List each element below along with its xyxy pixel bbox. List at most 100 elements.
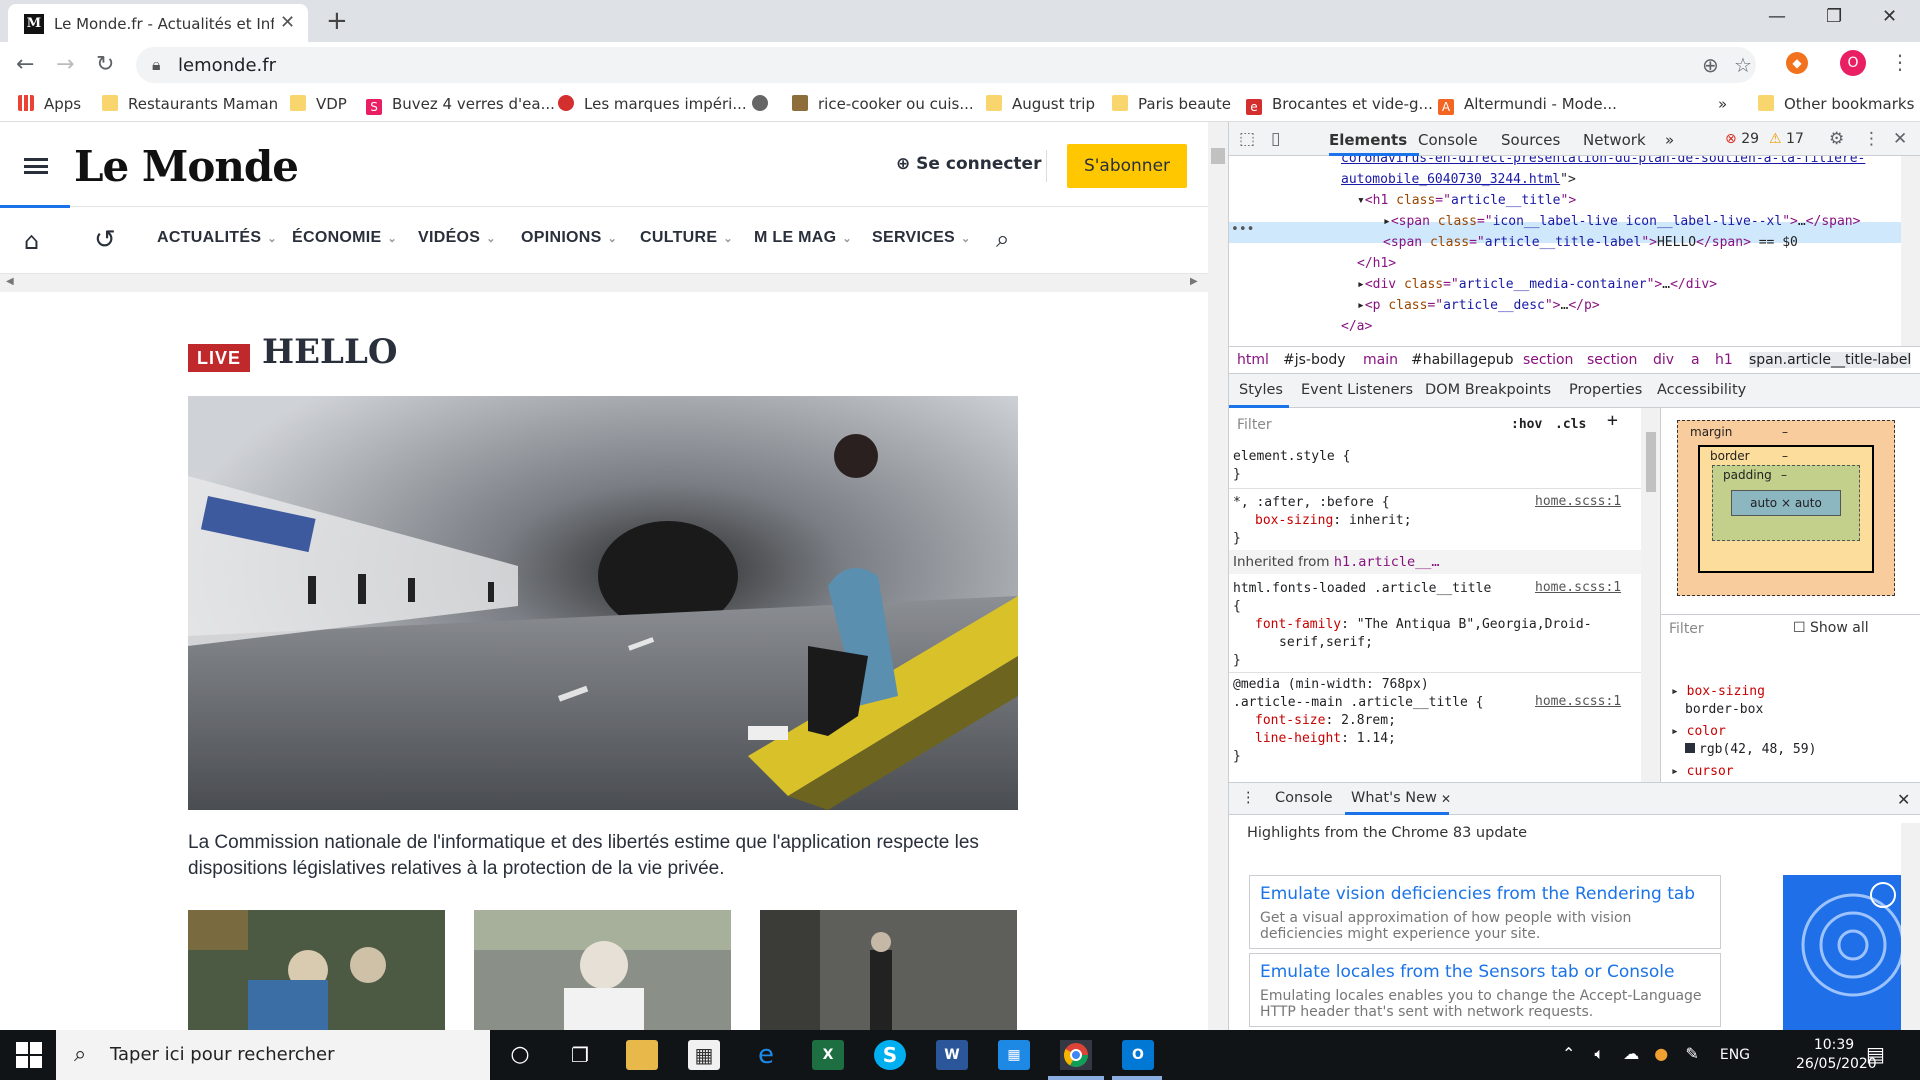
dom-tree[interactable]: ••• coronavirus-en-direct-presentation-d… (1229, 156, 1920, 346)
show-all-checkbox[interactable]: ☐ Show all (1793, 620, 1869, 636)
forward-button[interactable]: → (56, 52, 74, 77)
close-devtools-icon[interactable]: ✕ (1893, 129, 1907, 149)
reload-button[interactable]: ↻ (96, 52, 114, 77)
crumb[interactable]: a (1691, 352, 1700, 368)
scrollbar-thumb[interactable] (1211, 148, 1225, 164)
maximize-button[interactable]: ❐ (1826, 6, 1842, 27)
cortana-icon[interactable]: ○ (504, 1040, 536, 1070)
subtab-styles[interactable]: Styles (1239, 382, 1283, 398)
dom-line[interactable]: ▸<div class="article__media-container">…… (1357, 274, 1717, 295)
whats-new-card-2[interactable]: Emulate locales from the Sensors tab or … (1249, 953, 1721, 1027)
box-model-border[interactable]: border – padding – auto × auto (1698, 445, 1874, 573)
subtab-event-listeners[interactable]: Event Listeners (1301, 382, 1413, 398)
computed-prop-2[interactable]: ▸ color (1671, 724, 1726, 739)
inherited-link[interactable]: h1.article__… (1334, 554, 1440, 570)
nav-m-le-mag[interactable]: M LE MAG ⌄ (754, 229, 852, 247)
cls-toggle[interactable]: .cls (1555, 416, 1586, 434)
search-icon[interactable]: ⌕ (996, 225, 1009, 253)
bookmark-rice-cooker[interactable]: rice-cooker ou cuis... (792, 95, 974, 113)
computed-prop-1[interactable]: ▸ box-sizing (1671, 684, 1765, 699)
nav-economie[interactable]: ÉCONOMIE ⌄ (292, 229, 397, 247)
scroll-left-icon[interactable]: ◀ (6, 276, 14, 287)
rule2-declaration[interactable]: font-family: "The Antiqua B",Georgia,Dro… (1255, 616, 1592, 634)
rule1-selector[interactable]: *, :after, :before { (1233, 494, 1390, 512)
new-rule-icon[interactable]: + (1607, 412, 1618, 430)
device-toolbar-icon[interactable]: ▯ (1271, 129, 1280, 149)
crumb[interactable]: section (1587, 352, 1637, 368)
extension-icon[interactable]: ◆ (1786, 52, 1808, 74)
crumb-selected[interactable]: span.article__title-label (1749, 352, 1912, 368)
bookmarks-overflow[interactable]: » (1718, 95, 1727, 113)
bookmark-globe[interactable] (752, 95, 778, 113)
nav-services[interactable]: SERVICES ⌄ (872, 229, 971, 247)
dom-line[interactable]: ▸<span class="icon__label-live icon__lab… (1383, 211, 1860, 232)
hov-toggle[interactable]: :hov (1511, 416, 1542, 434)
page-vertical-scrollbar[interactable] (1208, 122, 1228, 1030)
dom-line[interactable]: <span class="article__title-label">HELLO… (1383, 232, 1798, 253)
drawer-tab-console[interactable]: Console (1275, 790, 1333, 806)
task-view-icon[interactable]: ❐ (564, 1040, 596, 1070)
tab-network[interactable]: Network (1583, 131, 1646, 149)
notifications-icon[interactable]: ▤ (1866, 1042, 1885, 1066)
rule3-declaration-2[interactable]: line-height: 1.14; (1255, 730, 1396, 748)
crumb[interactable]: div (1653, 352, 1674, 368)
element-style-rule[interactable]: element.style { (1233, 448, 1350, 466)
drawer-tab-whats-new[interactable]: What's New (1351, 790, 1437, 806)
rule3-selector[interactable]: .article--main .article__title { (1233, 694, 1483, 712)
crumb[interactable]: section (1523, 352, 1573, 368)
install-icon[interactable]: ⊕ (1702, 53, 1719, 77)
subtab-dom-breakpoints[interactable]: DOM Breakpoints (1425, 382, 1551, 398)
bookmark-brocantes[interactable]: e Brocantes et vide-g... (1246, 95, 1433, 115)
dom-scrollbar[interactable] (1901, 156, 1920, 346)
calendar-icon[interactable]: ▦ (998, 1040, 1030, 1070)
subtab-properties[interactable]: Properties (1569, 382, 1642, 398)
bookmark-restaurants[interactable]: Restaurants Maman (102, 95, 278, 113)
crumb[interactable]: html (1237, 352, 1269, 368)
close-tab-icon[interactable]: ✕ (1441, 792, 1451, 806)
bookmark-vdp[interactable]: VDP (290, 95, 347, 113)
language-indicator[interactable]: ENG (1720, 1047, 1750, 1063)
more-tabs-button[interactable]: » (1665, 131, 1674, 149)
thumbnail-image-3[interactable] (760, 910, 1017, 1030)
windows-start-icon[interactable] (16, 1042, 42, 1068)
thumbnail-image-2[interactable] (474, 910, 731, 1030)
tab-console[interactable]: Console (1418, 131, 1478, 149)
taskbar-clock[interactable]: 10:39 26/05/2020 (1796, 1036, 1877, 1074)
bookmark-other[interactable]: Other bookmarks (1758, 95, 1914, 113)
subscribe-button[interactable]: S'abonner (1067, 144, 1187, 188)
card-title[interactable]: Emulate locales from the Sensors tab or … (1260, 962, 1674, 982)
rule3-declaration-1[interactable]: font-size: 2.8rem; (1255, 712, 1396, 730)
close-tab-icon[interactable]: ✕ (280, 12, 295, 33)
rule3-source-link[interactable]: home.scss:1 (1535, 694, 1621, 709)
box-model-margin[interactable]: margin – border – padding – auto × auto (1677, 420, 1895, 596)
rule2-source-link[interactable]: home.scss:1 (1535, 580, 1621, 595)
box-model-padding[interactable]: padding – auto × auto (1712, 465, 1860, 541)
skype-icon[interactable]: S (874, 1040, 906, 1070)
dom-line[interactable]: coronavirus-en-direct-presentation-du-pl… (1341, 156, 1865, 169)
dom-line[interactable]: automobile_6040730_3244.html"> (1341, 169, 1576, 190)
article-headline[interactable]: HELLO (262, 332, 397, 372)
whats-new-card-1[interactable]: Emulate vision deficiencies from the Ren… (1249, 875, 1721, 949)
crumb[interactable]: #js-body (1283, 352, 1346, 368)
crumb[interactable]: main (1363, 352, 1398, 368)
file-explorer-icon[interactable] (626, 1040, 658, 1070)
thumbnail-image-1[interactable] (188, 910, 445, 1030)
bookmark-august-trip[interactable]: August trip (986, 95, 1095, 113)
nav-videos[interactable]: VIDÉOS ⌄ (418, 229, 496, 247)
taskbar-search-box[interactable]: ⌕ Taper ici pour rechercher (56, 1030, 490, 1080)
styles-filter-input[interactable]: Filter (1233, 412, 1503, 438)
rule2-selector[interactable]: html.fonts-loaded .article__title (1233, 580, 1491, 598)
pen-icon[interactable]: ✎ (1685, 1044, 1698, 1063)
outlook-icon[interactable]: O (1122, 1040, 1154, 1070)
color-swatch[interactable] (1685, 743, 1695, 753)
inspect-element-icon[interactable]: ⬚ (1239, 129, 1255, 149)
word-icon[interactable]: W (936, 1040, 968, 1070)
crumb[interactable]: h1 (1715, 352, 1733, 368)
app-tray-icon[interactable]: ● (1654, 1044, 1668, 1063)
browser-tab[interactable]: M Le Monde.fr - Actualités et Infos ✕ (8, 4, 308, 42)
le-monde-logo[interactable]: Le Monde (74, 142, 299, 191)
new-tab-button[interactable]: + (326, 6, 348, 36)
rule1-source-link[interactable]: home.scss:1 (1535, 494, 1621, 509)
computed-prop-3[interactable]: ▸ cursor (1671, 764, 1734, 779)
horizontal-scrollbar[interactable]: ◀ ▶ (0, 274, 1208, 292)
